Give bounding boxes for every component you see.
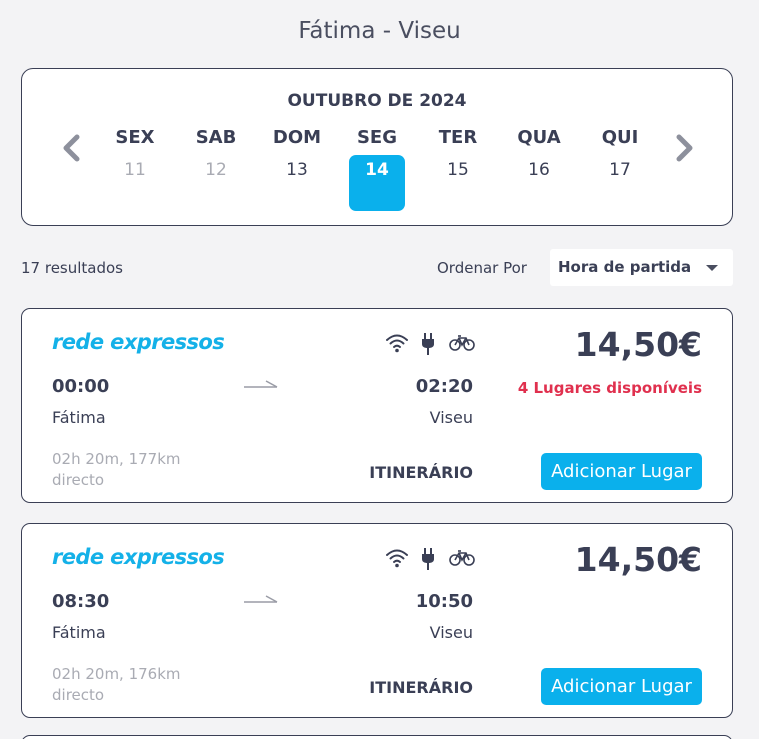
amenities: [385, 332, 475, 356]
trip-meta: 02h 20m, 176km directo: [52, 664, 181, 706]
dropdown-caret-icon: [706, 265, 718, 271]
day-name: DOM: [272, 127, 322, 148]
trip-card: rede expressos 14,50€ 00:00 02:20 4 Luga…: [21, 308, 733, 503]
day-name: SEG: [356, 127, 398, 148]
amenities: [385, 547, 475, 571]
departure-time: 08:30: [52, 591, 110, 612]
destination-city: Viseu: [429, 408, 473, 427]
trip-meta: 02h 20m, 177km directo: [52, 449, 181, 491]
arrival-time: 10:50: [415, 591, 473, 612]
arrival-time: 02:20: [415, 376, 473, 397]
wifi-icon: [386, 334, 408, 353]
chevron-right-icon[interactable]: [672, 133, 696, 163]
day-number: 17: [609, 160, 631, 180]
wifi-icon: [386, 549, 408, 568]
arrow-right-icon: [244, 595, 278, 603]
day-number: 12: [205, 160, 227, 180]
day-number: 13: [286, 160, 308, 180]
day-name: SEX: [115, 127, 155, 148]
day-name: QUA: [517, 127, 561, 148]
day-name: TER: [438, 127, 478, 148]
operator-logo: rede expressos: [52, 545, 225, 569]
destination-city: Viseu: [429, 623, 473, 642]
route-type: directo: [52, 471, 105, 489]
page-title: Fátima - Viseu: [298, 18, 461, 44]
duration-distance: 02h 20m, 177km: [52, 450, 181, 468]
month-label: OUTUBRO DE 2024: [287, 91, 467, 111]
add-seat-button[interactable]: Adicionar Lugar: [541, 668, 702, 705]
power-plug-icon: [422, 548, 434, 570]
day-mon-14-selected[interactable]: SEG 14: [349, 127, 405, 211]
price: 14,50€: [574, 540, 702, 579]
duration-distance: 02h 20m, 176km: [52, 665, 181, 683]
day-number: 11: [124, 160, 146, 180]
day-sat-12[interactable]: SAB 12: [188, 127, 244, 211]
results-count: 17 resultados: [21, 259, 123, 277]
price: 14,50€: [574, 325, 702, 364]
add-seat-button[interactable]: Adicionar Lugar: [541, 453, 702, 490]
seats-available: 4 Lugares disponíveis: [517, 379, 702, 397]
day-fri-11[interactable]: SEX 11: [107, 127, 163, 211]
power-plug-icon: [422, 333, 434, 355]
day-number: 16: [528, 160, 550, 180]
day-number: 15: [447, 160, 469, 180]
sort-select[interactable]: Hora de partida: [550, 249, 733, 286]
sort-label: Ordenar Por: [437, 259, 527, 277]
day-name: SAB: [195, 127, 237, 148]
day-name: QUI: [601, 127, 639, 148]
itinerary-link[interactable]: ITINERÁRIO: [369, 678, 473, 697]
bicycle-icon: [449, 550, 475, 566]
bicycle-icon: [449, 335, 475, 351]
origin-city: Fátima: [52, 408, 106, 427]
sort-select-value: Hora de partida: [558, 258, 692, 276]
departure-time: 00:00: [52, 376, 110, 397]
trip-card-partial: [21, 735, 733, 739]
day-number: 14: [365, 160, 389, 180]
day-thu-17[interactable]: QUI 17: [592, 127, 648, 211]
chevron-left-icon[interactable]: [60, 133, 84, 163]
trip-card: rede expressos 14,50€ 08:30 10:50 Fátima…: [21, 523, 733, 718]
itinerary-link[interactable]: ITINERÁRIO: [369, 463, 473, 482]
origin-city: Fátima: [52, 623, 106, 642]
date-carousel: OUTUBRO DE 2024 SEX 11 SAB 12 DOM 13 SEG…: [21, 68, 733, 226]
arrow-right-icon: [244, 380, 278, 388]
day-wed-16[interactable]: QUA 16: [511, 127, 567, 211]
route-type: directo: [52, 686, 105, 704]
day-sun-13[interactable]: DOM 13: [269, 127, 325, 211]
operator-logo: rede expressos: [52, 330, 225, 354]
day-tue-15[interactable]: TER 15: [430, 127, 486, 211]
